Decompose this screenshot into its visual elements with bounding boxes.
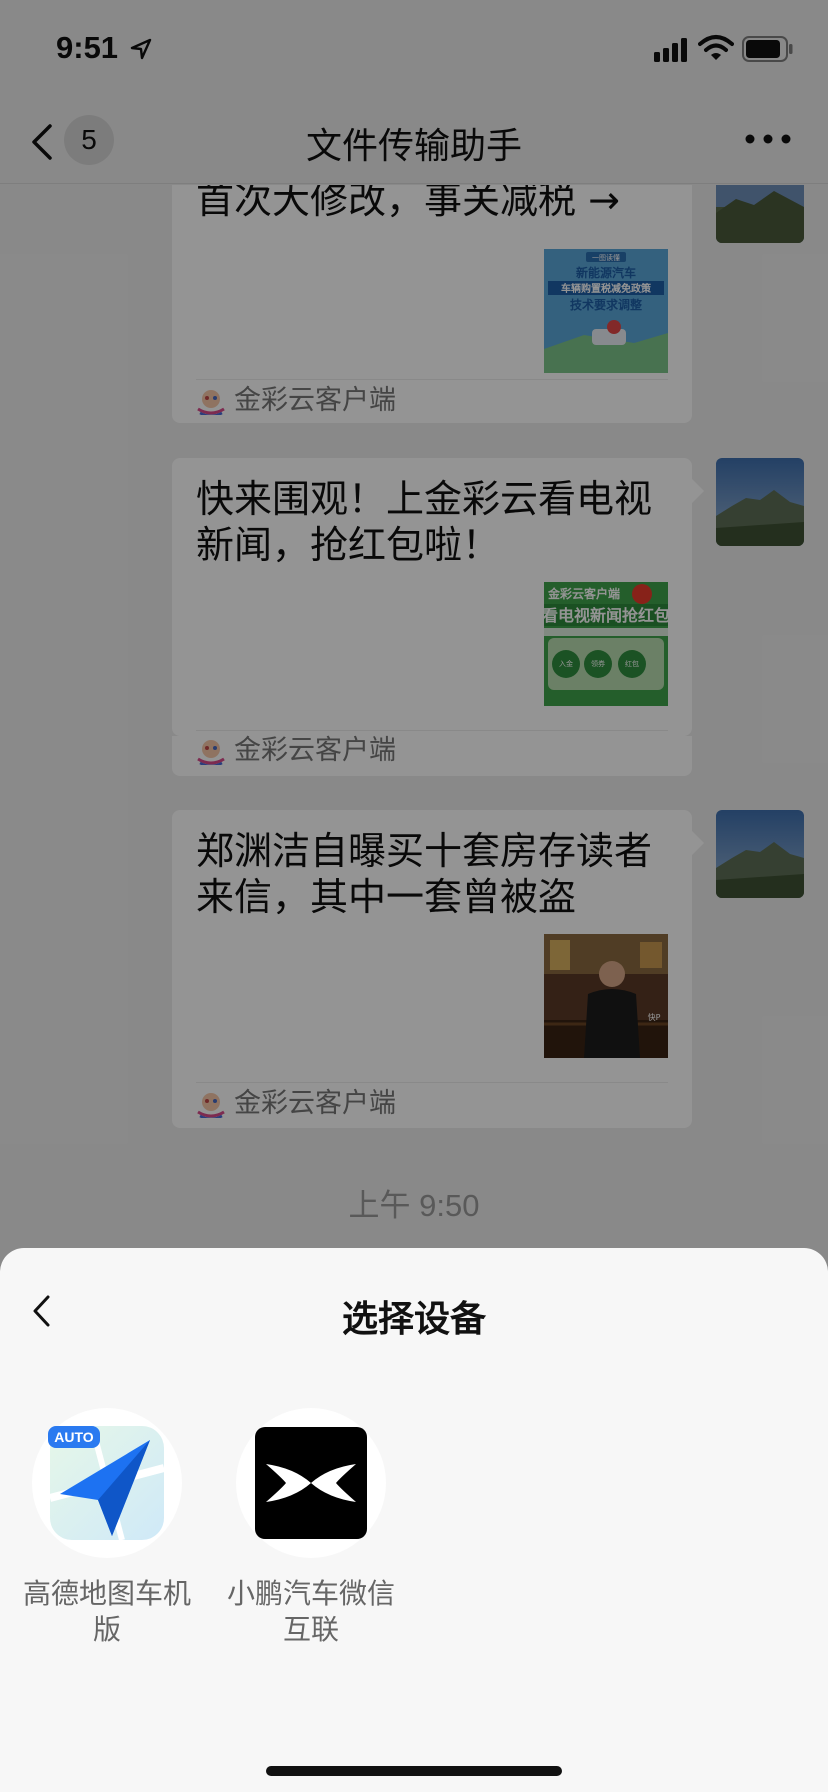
device-icon-container: AUTO xyxy=(32,1408,182,1558)
auto-badge-text: AUTO xyxy=(54,1429,94,1445)
device-label: 小鹏汽车微信互联 xyxy=(226,1577,395,1646)
amap-auto-icon: AUTO xyxy=(48,1425,166,1541)
device-label: 高德地图车机版 xyxy=(22,1577,191,1646)
home-indicator[interactable] xyxy=(266,1766,562,1776)
xpeng-logo-icon xyxy=(255,1427,367,1539)
select-device-sheet: 选择设备 AUTO 高德地图车机版 小鹏汽车微信互联 xyxy=(0,1248,828,1792)
device-icon-container xyxy=(236,1408,386,1558)
sheet-title: 选择设备 xyxy=(341,1299,486,1340)
